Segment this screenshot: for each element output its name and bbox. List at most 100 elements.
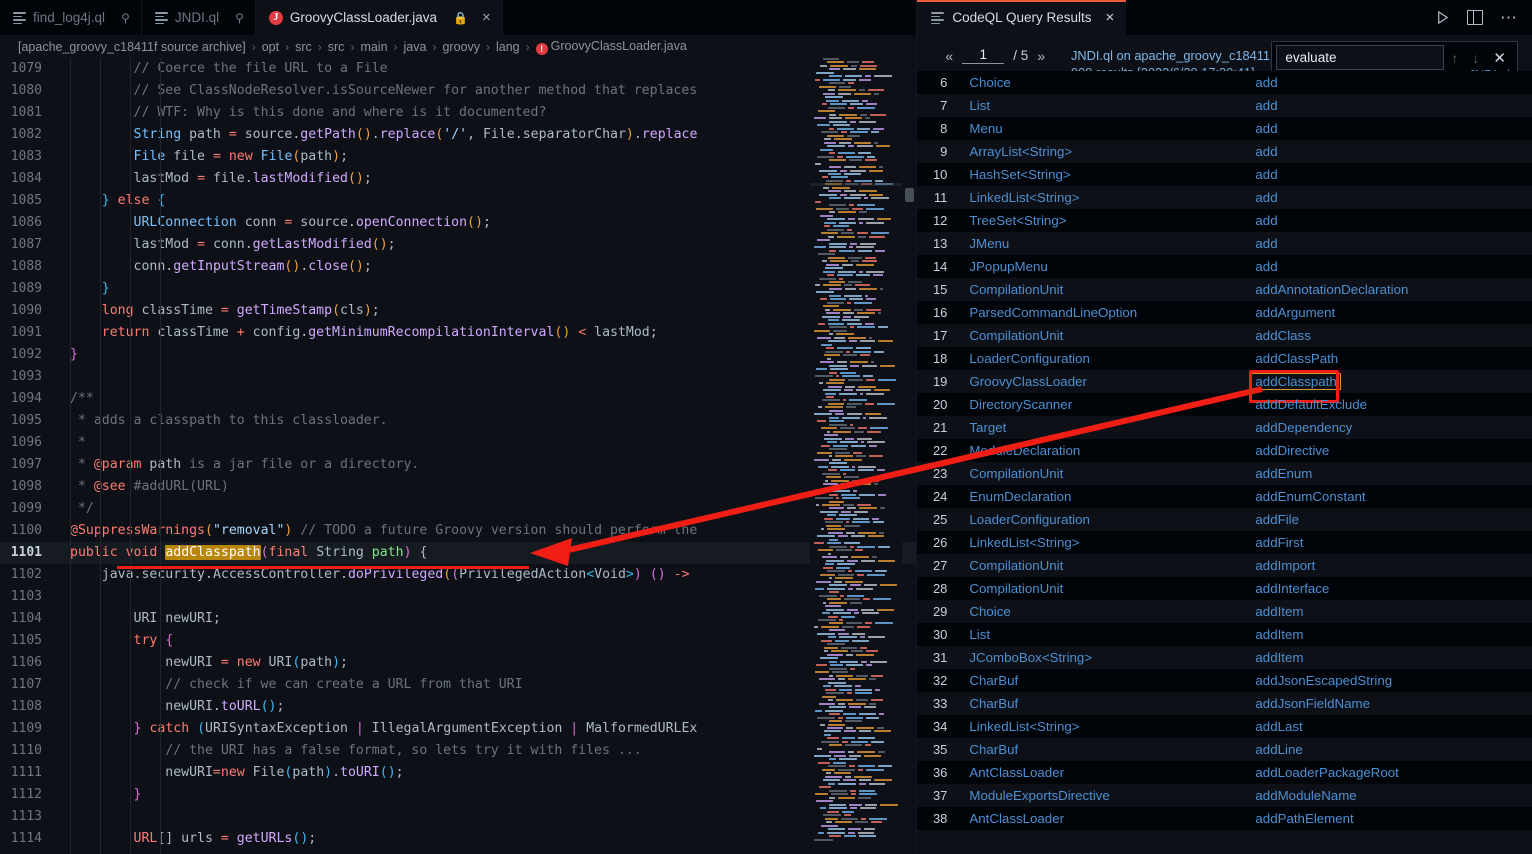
table-row[interactable]: 32 CharBuf addJsonEscapedString [917,669,1532,692]
result-type-cell[interactable]: LinkedList<String> [959,535,1249,550]
code-line[interactable]: 1108 newURI.toURL(); [0,696,916,718]
result-method-cell[interactable]: addDirective [1249,443,1532,458]
code-line[interactable]: 1091 return classTime + config.getMinimu… [0,322,916,344]
result-type-cell[interactable]: LinkedList<String> [959,190,1249,205]
table-row[interactable]: 11 LinkedList<String> add [917,186,1532,209]
code-line[interactable]: 1085 } else { [0,190,916,212]
breadcrumb-item-main[interactable]: main [360,40,387,54]
code-line[interactable]: 1082 String path = source.getPath().repl… [0,124,916,146]
table-row[interactable]: 20 DirectoryScanner addDefaultExclude [917,393,1532,416]
code-line[interactable]: 1084 lastMod = file.lastModified(); [0,168,916,190]
search-input[interactable] [1276,45,1445,70]
result-method-cell[interactable]: add [1249,167,1532,182]
result-type-cell[interactable]: Choice [959,604,1249,619]
table-row[interactable]: 16 ParsedCommandLineOption addArgument [917,301,1532,324]
result-type-cell[interactable]: ParsedCommandLineOption [959,305,1249,320]
result-type-cell[interactable]: JPopupMenu [959,259,1249,274]
result-type-cell[interactable]: CompilationUnit [959,558,1249,573]
close-icon[interactable]: ✕ [1486,49,1513,67]
result-type-cell[interactable]: List [959,98,1249,113]
pin-icon[interactable]: ⚲ [235,11,244,25]
code-line[interactable]: 1111 newURI=new File(path).toURI(); [0,762,916,784]
highlighted-result-cell[interactable]: addClasspath [1251,373,1341,390]
result-method-cell[interactable]: addJsonFieldName [1249,696,1532,711]
breadcrumb-item-groovy[interactable]: groovy [442,40,480,54]
result-method-cell[interactable]: add [1249,75,1532,90]
code-line[interactable]: 1110 // the URI has a false format, so l… [0,740,916,762]
code-line[interactable]: 1105 try { [0,630,916,652]
last-page-button[interactable]: » [1037,48,1045,64]
result-type-cell[interactable]: CompilationUnit [959,466,1249,481]
result-method-cell[interactable]: addEnum [1249,466,1532,481]
result-type-cell[interactable]: AntClassLoader [959,765,1249,780]
table-row[interactable]: 7 List add [917,94,1532,117]
table-row[interactable]: 19 GroovyClassLoader addClasspath [917,370,1532,403]
result-method-cell[interactable]: addImport [1249,558,1532,573]
table-row[interactable]: 9 ArrayList<String> add [917,140,1532,163]
result-type-cell[interactable]: CompilationUnit [959,282,1249,297]
code-line[interactable]: 1090 long classTime = getTimeStamp(cls); [0,300,916,322]
code-line[interactable]: 1104 URI newURI; [0,608,916,630]
ellipsis-icon[interactable]: ⋯ [1500,9,1518,26]
code-line[interactable]: 1097 * @param path is a jar file or a di… [0,454,916,476]
results-table[interactable]: 6 Choice add 7 List add 8 Menu add 9 ArrayList<Str… [917,71,1532,854]
code-line[interactable]: 1093 [0,366,916,388]
result-method-cell[interactable]: addInterface [1249,581,1532,596]
result-method-cell[interactable]: addClassPath [1249,351,1532,366]
table-row[interactable]: 8 Menu add [917,117,1532,140]
result-type-cell[interactable]: HashSet<String> [959,167,1249,182]
breadcrumb-item-src1[interactable]: src [295,40,312,54]
scrollbar-thumb[interactable] [905,188,915,202]
result-method-cell[interactable]: addClasspath [1249,370,1532,403]
table-row[interactable]: 17 CompilationUnit addClass [917,324,1532,347]
result-method-cell[interactable]: addItem [1249,650,1532,665]
result-method-cell[interactable]: add [1249,213,1532,228]
page-number-input[interactable]: 1 [962,47,1005,64]
breadcrumb-item-opt[interactable]: opt [262,40,279,54]
result-method-cell[interactable]: add [1249,259,1532,274]
result-type-cell[interactable]: ModuleDeclaration [959,443,1249,458]
result-type-cell[interactable]: CharBuf [959,696,1249,711]
result-type-cell[interactable]: CharBuf [959,673,1249,688]
code-line[interactable]: 1094 /** [0,388,916,410]
breadcrumb-item-lang[interactable]: lang [496,40,520,54]
result-type-cell[interactable]: DirectoryScanner [959,397,1249,412]
result-method-cell[interactable]: addFile [1249,512,1532,527]
pin-icon[interactable]: ⚲ [121,11,130,25]
code-line[interactable]: 1083 File file = new File(path); [0,146,916,168]
editor-vertical-scrollbar[interactable] [902,58,916,854]
table-row[interactable]: 13 JMenu add [917,232,1532,255]
table-row[interactable]: 37 ModuleExportsDirective addModuleName [917,784,1532,807]
editor-tab-find-log4j[interactable]: find_log4j.ql ⚲ [0,0,142,35]
table-row[interactable]: 29 Choice addItem [917,600,1532,623]
result-type-cell[interactable]: LinkedList<String> [959,719,1249,734]
code-line[interactable]: 1096 * [0,432,916,454]
result-method-cell[interactable]: addModuleName [1249,788,1532,803]
table-row[interactable]: 6 Choice add [917,71,1532,94]
result-method-cell[interactable]: addLoaderPackageRoot [1249,765,1532,780]
find-previous-button[interactable]: ↑ [1444,50,1465,66]
code-line[interactable]: 1107 // check if we can create a URL fro… [0,674,916,696]
table-row[interactable]: 31 JComboBox<String> addItem [917,646,1532,669]
result-type-cell[interactable]: CompilationUnit [959,328,1249,343]
result-method-cell[interactable]: addAnnotationDeclaration [1249,282,1532,297]
minimap-slider[interactable] [810,183,903,186]
result-type-cell[interactable]: JMenu [959,236,1249,251]
code-line[interactable]: 1114 URL[] urls = getURLs(); [0,828,916,850]
close-icon[interactable]: × [482,10,491,25]
table-row[interactable]: 24 EnumDeclaration addEnumConstant [917,485,1532,508]
minimap[interactable] [810,58,903,854]
breadcrumb-item-file[interactable]: ! GroovyClassLoader.java [535,39,687,55]
result-type-cell[interactable]: List [959,627,1249,642]
table-row[interactable]: 25 LoaderConfiguration addFile [917,508,1532,531]
table-row[interactable]: 14 JPopupMenu add [917,255,1532,278]
result-method-cell[interactable]: addPathElement [1249,811,1532,826]
result-method-cell[interactable]: add [1249,236,1532,251]
result-type-cell[interactable]: Menu [959,121,1249,136]
table-row[interactable]: 21 Target addDependency [917,416,1532,439]
result-type-cell[interactable]: EnumDeclaration [959,489,1249,504]
editor-tab-groovyclassloader[interactable]: J GroovyClassLoader.java 🔒 × [255,0,503,35]
table-row[interactable]: 28 CompilationUnit addInterface [917,577,1532,600]
result-type-cell[interactable]: CompilationUnit [959,581,1249,596]
code-line[interactable]: 1086 URLConnection conn = source.openCon… [0,212,916,234]
